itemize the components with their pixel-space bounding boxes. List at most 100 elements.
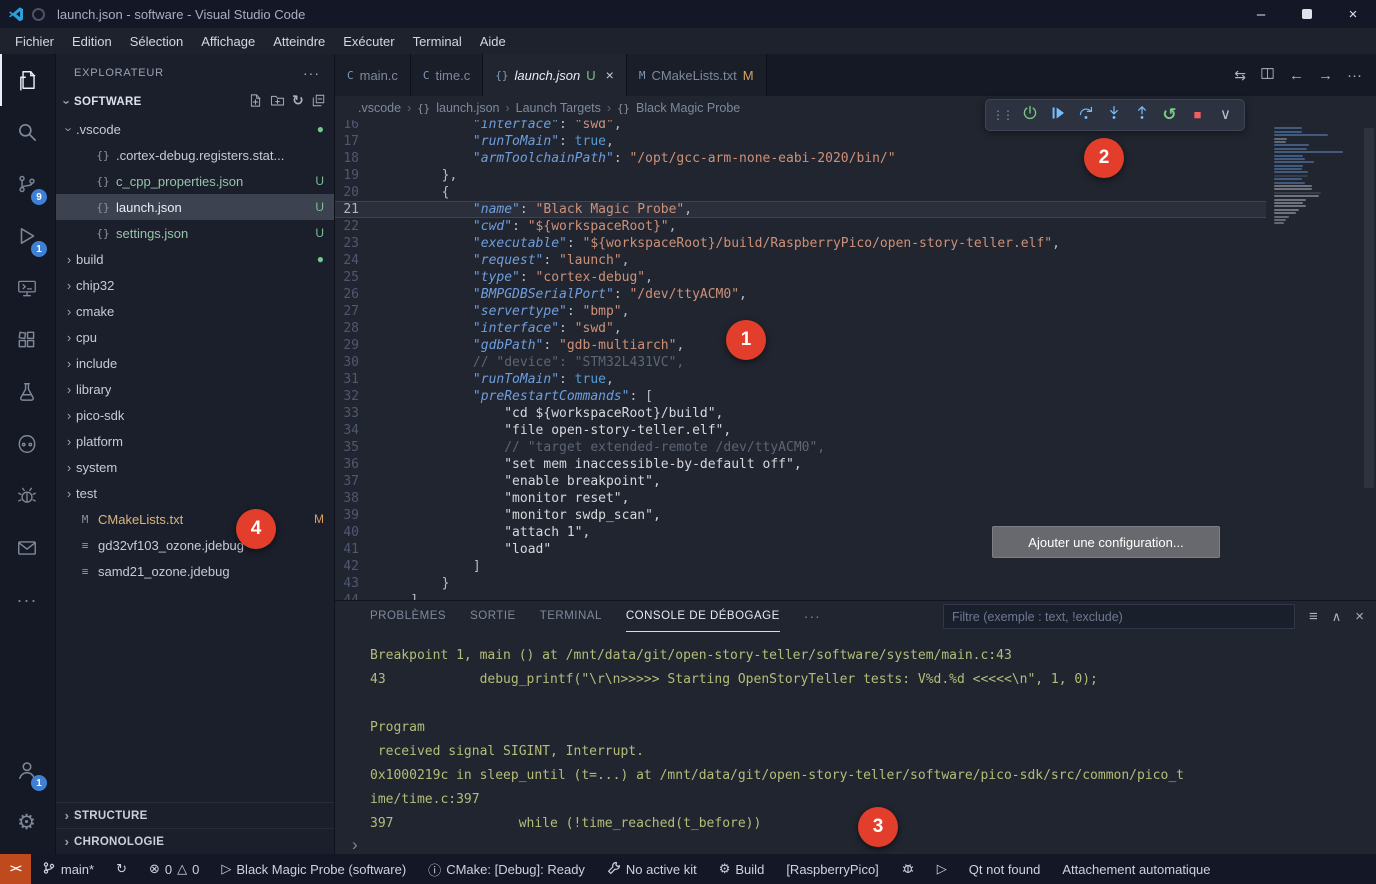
step-over-button[interactable] <box>1072 102 1099 128</box>
status-debug-target[interactable] <box>890 854 926 884</box>
code-line[interactable]: 32 "preRestartCommands": [ <box>335 388 1266 405</box>
line-number[interactable]: 34 <box>335 422 379 439</box>
code-line[interactable]: 22 "cwd": "${workspaceRoot}", <box>335 218 1266 235</box>
continue-button[interactable] <box>1044 102 1071 128</box>
minimap[interactable] <box>1268 122 1360 230</box>
settings-icon[interactable]: ⚙ <box>0 796 54 848</box>
line-number[interactable]: 39 <box>335 507 379 524</box>
tree-item[interactable]: ›include <box>56 350 334 376</box>
tree-item[interactable]: ≡samd21_ozone.jdebug <box>56 558 334 584</box>
tree-item[interactable]: ›test <box>56 480 334 506</box>
line-number[interactable]: 42 <box>335 558 379 575</box>
status-build[interactable]: ⚙Build <box>708 854 776 884</box>
line-number[interactable]: 17 <box>335 133 379 150</box>
code-line[interactable]: 33 "cd ${workspaceRoot}/build", <box>335 405 1266 422</box>
tree-item[interactable]: ›.vscode● <box>56 116 334 142</box>
close-icon[interactable]: × <box>1355 608 1364 625</box>
tree-item[interactable]: ›cpu <box>56 324 334 350</box>
stop-dropdown-button[interactable]: ∨ <box>1212 102 1239 128</box>
restart-button[interactable]: ↺ <box>1156 102 1183 128</box>
new-folder-icon[interactable] <box>270 93 285 111</box>
menu-affichage[interactable]: Affichage <box>192 31 264 52</box>
status-cmake-target[interactable]: [RaspberryPico] <box>775 854 889 884</box>
collapse-all-icon[interactable] <box>311 93 326 111</box>
status-remote[interactable]: >< <box>0 854 31 884</box>
tab-CMakeLists-txt[interactable]: MCMakeLists.txtM <box>627 54 767 96</box>
tree-item[interactable]: ›chip32 <box>56 272 334 298</box>
line-number[interactable]: 41 <box>335 541 379 558</box>
debug-tool-icon[interactable] <box>0 470 54 522</box>
code-line[interactable]: 44 ] <box>335 592 1266 600</box>
code-line[interactable]: 24 "request": "launch", <box>335 252 1266 269</box>
line-number[interactable]: 27 <box>335 303 379 320</box>
panel-more-icon[interactable]: ··· <box>804 601 821 632</box>
split-editor-icon[interactable] <box>1260 66 1275 85</box>
tree-item[interactable]: {}c_cpp_properties.jsonU <box>56 168 334 194</box>
chevron-up-icon[interactable]: ∧ <box>1332 608 1342 625</box>
code-line[interactable]: 37 "enable breakpoint", <box>335 473 1266 490</box>
tree-item[interactable]: {}.cortex-debug.registers.stat... <box>56 142 334 168</box>
menu-terminal[interactable]: Terminal <box>404 31 471 52</box>
code-line[interactable]: 34 "file open-story-teller.elf", <box>335 422 1266 439</box>
code-editor[interactable]: 16 "interface": "swd",17 "runToMain": tr… <box>335 120 1376 600</box>
panel-tab-terminal[interactable]: TERMINAL <box>540 601 602 632</box>
breadcrumb-item[interactable]: Launch Targets <box>516 101 601 115</box>
section-chronologie[interactable]: ›CHRONOLOGIE <box>56 828 334 854</box>
code-line[interactable]: 30 // "device": "STM32L431VC", <box>335 354 1266 371</box>
account-icon[interactable]: 1 <box>0 744 54 796</box>
forward-icon[interactable]: → <box>1318 67 1333 84</box>
status-sync[interactable]: ↻ <box>105 854 138 884</box>
power-button[interactable] <box>1016 102 1043 128</box>
tree-item[interactable]: {}launch.jsonU <box>56 194 334 220</box>
filter-lines-icon[interactable]: ≡ <box>1309 608 1318 625</box>
minimize-button[interactable]: – <box>1238 0 1284 28</box>
stop-button[interactable]: ■ <box>1184 102 1211 128</box>
code-line[interactable]: 18 "armToolchainPath": "/opt/gcc-arm-non… <box>335 150 1266 167</box>
menu-executer[interactable]: Exécuter <box>334 31 403 52</box>
line-number[interactable]: 18 <box>335 150 379 167</box>
line-number[interactable]: 44 <box>335 592 379 600</box>
run-debug-icon[interactable]: 1 <box>0 210 54 262</box>
section-structure[interactable]: ›STRUCTURE <box>56 802 334 828</box>
line-number[interactable]: 19 <box>335 167 379 184</box>
compare-icon[interactable]: ⇆ <box>1234 67 1246 84</box>
menu-selection[interactable]: Sélection <box>121 31 192 52</box>
line-number[interactable]: 31 <box>335 371 379 388</box>
close-icon[interactable]: × <box>606 67 614 83</box>
code-line[interactable]: 35 // "target extended-remote /dev/ttyAC… <box>335 439 1266 456</box>
panel-tab-proble-mes[interactable]: PROBLÈMES <box>370 601 446 632</box>
back-icon[interactable]: ← <box>1289 67 1304 84</box>
step-out-button[interactable] <box>1128 102 1155 128</box>
code-line[interactable]: 42 ] <box>335 558 1266 575</box>
code-line[interactable]: 36 "set mem inaccessible-by-default off"… <box>335 456 1266 473</box>
refresh-icon[interactable]: ↻ <box>292 93 304 111</box>
line-number[interactable]: 23 <box>335 235 379 252</box>
tree-item[interactable]: ≡gd32vf103_ozone.jdebug <box>56 532 334 558</box>
line-number[interactable]: 38 <box>335 490 379 507</box>
more-icon[interactable]: ··· <box>0 574 54 626</box>
code-line[interactable]: 38 "monitor reset", <box>335 490 1266 507</box>
menu-edition[interactable]: Edition <box>63 31 121 52</box>
tree-item[interactable]: ›platform <box>56 428 334 454</box>
maximize-button[interactable] <box>1284 0 1330 28</box>
line-number[interactable]: 21 <box>335 201 379 218</box>
breadcrumb-item[interactable]: .vscode <box>358 101 401 115</box>
menu-atteindre[interactable]: Atteindre <box>264 31 334 52</box>
line-number[interactable]: 28 <box>335 320 379 337</box>
sidebar-more-icon[interactable]: ··· <box>303 65 320 81</box>
menu-fichier[interactable]: Fichier <box>6 31 63 52</box>
code-line[interactable]: 31 "runToMain": true, <box>335 371 1266 388</box>
tree-item[interactable]: ›system <box>56 454 334 480</box>
line-number[interactable]: 37 <box>335 473 379 490</box>
line-number[interactable]: 25 <box>335 269 379 286</box>
remote-explorer-icon[interactable] <box>0 262 54 314</box>
menu-aide[interactable]: Aide <box>471 31 515 52</box>
code-line[interactable]: 17 "runToMain": true, <box>335 133 1266 150</box>
status-launch-target[interactable]: ▷ <box>926 854 958 884</box>
line-number[interactable]: 43 <box>335 575 379 592</box>
tree-item[interactable]: {}settings.jsonU <box>56 220 334 246</box>
editor-scrollbar[interactable] <box>1364 128 1374 488</box>
code-line[interactable]: 39 "monitor swdp_scan", <box>335 507 1266 524</box>
line-number[interactable]: 35 <box>335 439 379 456</box>
line-number[interactable]: 32 <box>335 388 379 405</box>
